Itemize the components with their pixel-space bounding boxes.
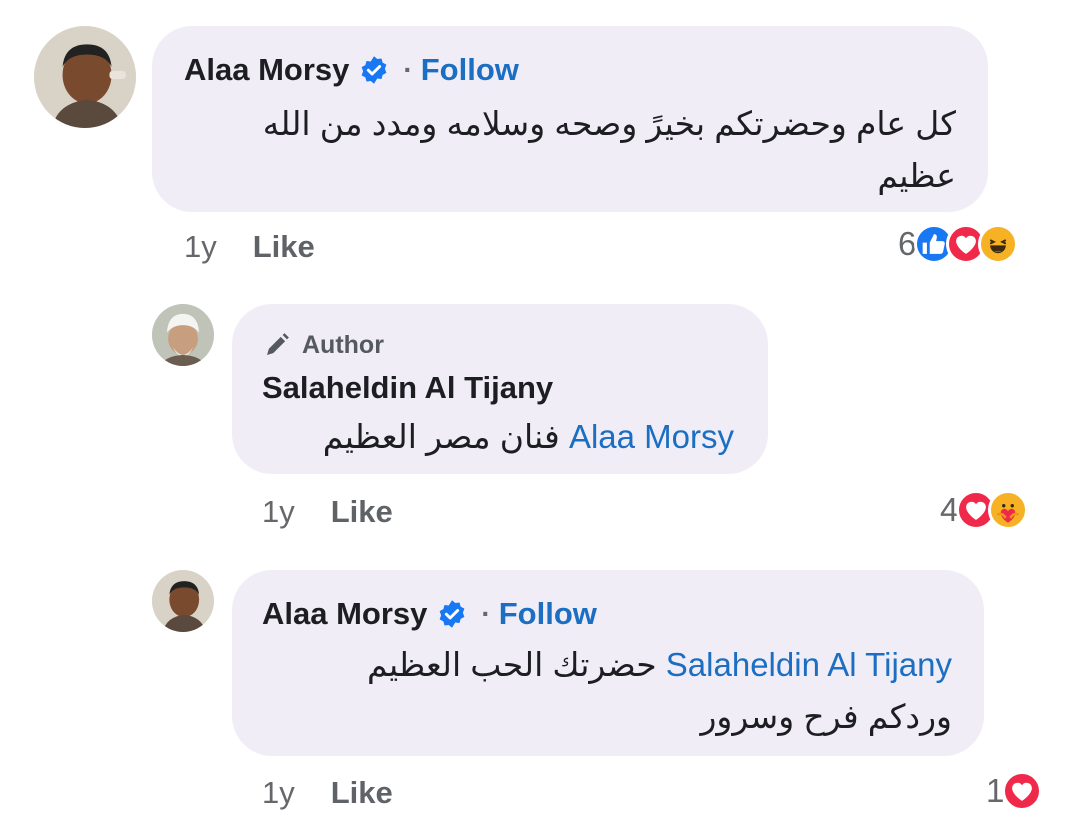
comment-text-line: عظيم xyxy=(877,157,956,194)
like-button[interactable]: Like xyxy=(331,494,393,530)
like-button[interactable]: Like xyxy=(253,229,315,265)
comment-text-body: حضرتك الحب العظيم xyxy=(367,646,657,683)
avatar[interactable] xyxy=(152,570,214,632)
reaction-summary[interactable]: 6 xyxy=(898,224,1019,264)
pen-icon xyxy=(267,333,289,355)
timestamp[interactable]: 1y xyxy=(262,494,295,530)
comment-header: Alaa Morsy · Follow xyxy=(262,596,597,632)
timestamp[interactable]: 1y xyxy=(262,775,295,811)
comment-text: Salaheldin Al Tijany حضرتك الحب العظيم xyxy=(367,638,952,692)
avatar-photo xyxy=(152,304,214,366)
timestamp[interactable]: 1y xyxy=(184,229,217,265)
author-badge-label: Author xyxy=(302,330,384,359)
verified-badge-icon xyxy=(437,599,467,629)
haha-icon xyxy=(978,224,1019,264)
comment-text-line: وردكم فرح وسرور xyxy=(700,698,952,735)
avatar-photo xyxy=(152,570,214,632)
mention-link[interactable]: Salaheldin Al Tijany xyxy=(666,646,952,683)
avatar-photo xyxy=(34,26,136,128)
reaction-summary[interactable]: 4 xyxy=(940,490,1029,530)
comment-text-line: كل عام وحضرتكم بخيرً وصحه وسلامه ومدد من… xyxy=(262,105,956,142)
comment-actions: 1y Like xyxy=(262,775,393,811)
comment-header: Alaa Morsy · Follow xyxy=(184,52,519,88)
separator-dot: · xyxy=(403,54,413,85)
like-button[interactable]: Like xyxy=(331,775,393,811)
comment-text-body: فنان مصر العظيم xyxy=(322,418,560,455)
reaction-summary[interactable]: 1 xyxy=(986,771,1043,811)
mention-link[interactable]: Alaa Morsy xyxy=(569,418,734,455)
avatar[interactable] xyxy=(152,304,214,366)
follow-button[interactable]: Follow xyxy=(499,596,597,632)
author-name[interactable]: Alaa Morsy xyxy=(184,52,349,88)
follow-button[interactable]: Follow xyxy=(421,52,519,88)
comment-actions: 1y Like xyxy=(184,229,315,265)
care-icon xyxy=(988,490,1029,530)
verified-badge-icon xyxy=(359,55,389,85)
love-icon xyxy=(1002,771,1043,811)
author-name[interactable]: Alaa Morsy xyxy=(262,596,427,632)
separator-dot: · xyxy=(481,598,491,629)
comment-actions: 1y Like xyxy=(262,494,393,530)
author-badge: Author xyxy=(262,330,384,360)
author-name[interactable]: Salaheldin Al Tijany xyxy=(262,370,553,406)
avatar[interactable] xyxy=(34,26,136,128)
comment-text: Alaa Morsy فنان مصر العظيم xyxy=(323,410,734,464)
comment-header: Salaheldin Al Tijany xyxy=(262,370,553,406)
